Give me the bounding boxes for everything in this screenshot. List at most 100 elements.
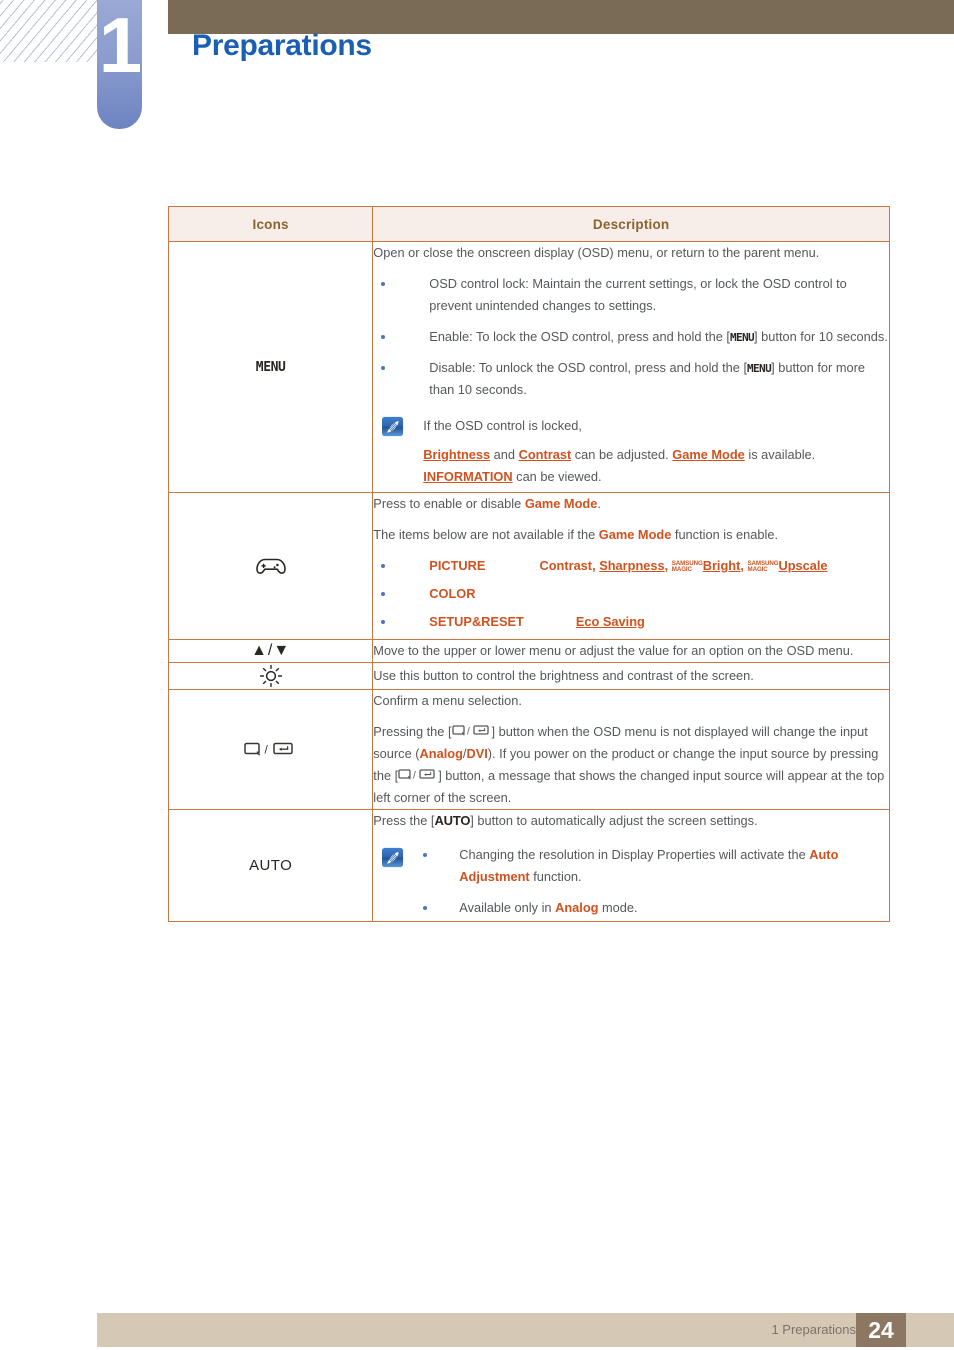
term-game-mode: Game Mode [524,496,598,511]
text-fragment: function. [529,869,582,885]
table-row: AUTO Press the [AUTO] button to automati… [167,808,890,923]
term-game-mode: Game Mode [672,447,745,462]
up-down-arrow-icon: ▲/▼ [251,642,291,659]
text-fragment: mode. [598,900,638,916]
description-cell-menu: Open or close the onscreen display (OSD)… [372,241,890,493]
option-bright: Bright [702,558,741,573]
text-fragment: function is enable. [671,527,779,542]
text-fragment: ] button to automatically adjust the scr… [470,813,758,828]
gamepad-icon [255,558,286,574]
text-fragment: . [597,496,601,511]
column-header-icons: Icons [167,206,374,242]
icons-description-table: Icons Description MENU Open or close the… [167,206,890,923]
description-cell-source-enter: Confirm a menu selection. Pressing the [… [372,689,890,810]
list-item: Enable: To lock the OSD control, press a… [373,326,889,348]
decorative-hatch-pattern [0,0,98,62]
option-eco-saving: Eco Saving [575,614,645,629]
text-fragment: Press the [ [373,813,435,828]
list-item: Available only in Analog mode. [373,897,889,919]
note-block: If the OSD control is locked, Brightness… [373,415,889,488]
auto-note-bullets: Changing the resolution in Display Prope… [373,844,889,919]
note-icon [382,416,404,437]
option-sharpness: Sharpness [599,558,665,573]
text-fragment: Pressing the [ [373,724,452,739]
bullet-text: OSD control lock: Maintain the current s… [429,276,847,313]
brightness-text: Use this button to control the brightnes… [373,668,754,683]
magic-suffix: MAGIC [747,566,768,573]
source-enter-icon-inline: / [451,725,489,737]
auto-line-1: Press the [AUTO] button to automatically… [373,810,889,832]
gamemode-menu-list: PICTURE Contrast, Sharpness, SAMSUNG MAGIC… [373,555,889,633]
source-analog: Analog [419,746,463,761]
list-item: Disable: To unlock the OSD control, pres… [373,357,889,401]
description-cell-arrows: Move to the upper or lower menu or adjus… [372,639,890,663]
menu-intro-text: Open or close the onscreen display (OSD)… [373,245,820,260]
chapter-number: 1 [98,1,142,89]
table-row: ▲/▼ Move to the upper or lower menu or a… [167,639,890,663]
icon-cell-arrows: ▲/▼ [167,639,374,663]
option-upscale: Upscale [778,558,828,573]
enter-line-1: Confirm a menu selection. [373,693,522,708]
text-fragment: Changing the resolution in Display Prope… [459,847,810,863]
list-item: PICTURE Contrast, Sharpness, SAMSUNG MAGIC… [373,555,889,577]
gamemode-line-2: The items below are not available if the… [373,524,889,546]
text-fragment: Press to enable or disable [373,496,525,511]
column-header-description: Description [372,206,890,242]
menu-key-label: MENU [729,331,755,344]
footer-chapter-label: 1 Preparations [771,1322,856,1337]
menu-name-color: COLOR [429,586,476,601]
text-fragment: ] button, a message that shows the chang… [373,768,885,805]
samsung-magic-label: SAMSUNG MAGIC [747,560,779,574]
menu-name-setupreset: SETUP&RESET [429,614,524,629]
table-row: Use this button to control the brightnes… [167,662,890,690]
list-item: Changing the resolution in Display Prope… [373,844,889,888]
table-row: MENU Open or close the onscreen display … [167,241,890,493]
list-item: COLOR [373,583,889,605]
source-enter-icon: / [243,743,293,757]
source-dvi: DVI [466,746,488,761]
note-line-1: If the OSD control is locked, [423,418,582,433]
list-item: SETUP&RESET Eco Saving [373,611,889,633]
page-number: 24 [856,1313,906,1347]
gamemode-line-1: Press to enable or disable Game Mode. [373,493,889,515]
list-item: OSD control lock: Maintain the current s… [373,273,889,317]
svg-text:/: / [413,770,416,781]
icon-cell-brightness [167,662,374,690]
icon-cell-menu: MENU [167,241,374,493]
source-enter-icon-inline: / [398,769,435,781]
menu-key-label: MENU [747,362,772,375]
term-game-mode: Game Mode [598,527,672,542]
note-line-2: Brightness and Contrast can be adjusted.… [423,447,816,484]
page-title: Preparations [192,29,372,62]
option-contrast: Contrast [539,558,593,573]
auto-key-label: AUTO [434,813,471,828]
icon-cell-gamepad [167,492,374,640]
table-row: / Confirm a menu selection. Pressing the… [167,689,890,810]
description-cell-brightness: Use this button to control the brightnes… [372,662,890,690]
text-fragment: The items below are not available if the [373,527,599,542]
description-cell-auto: Press the [AUTO] button to automatically… [372,808,890,923]
description-cell-gamemode: Press to enable or disable Game Mode. Th… [372,492,890,640]
menu-bullet-list: OSD control lock: Maintain the current s… [373,273,889,401]
brightness-sun-icon [259,664,282,688]
svg-text:/: / [264,743,268,757]
text-fragment: Available only in [459,900,556,916]
term-analog: Analog [555,900,599,916]
term-brightness: Brightness [423,447,491,462]
auto-button-glyph: AUTO [249,856,293,874]
chapter-tab: 1 [97,0,142,129]
enter-paragraph: Pressing the [/] button when the OSD men… [373,721,889,809]
term-information: INFORMATION [423,469,513,484]
arrows-text: Move to the upper or lower menu or adjus… [373,643,854,658]
menu-name-picture: PICTURE [429,558,486,573]
magic-suffix: MAGIC [671,566,692,573]
icon-cell-auto: AUTO [167,808,374,923]
note-block: Changing the resolution in Display Prope… [373,844,889,919]
table-header-row: Icons Description [167,206,890,242]
table-row: Press to enable or disable Game Mode. Th… [167,492,890,640]
samsung-magic-label: SAMSUNG MAGIC [671,560,703,574]
svg-text:/: / [467,726,470,737]
menu-button-glyph: MENU [255,360,286,375]
term-contrast: Contrast [518,447,572,462]
icon-cell-source-enter: / [167,689,374,810]
